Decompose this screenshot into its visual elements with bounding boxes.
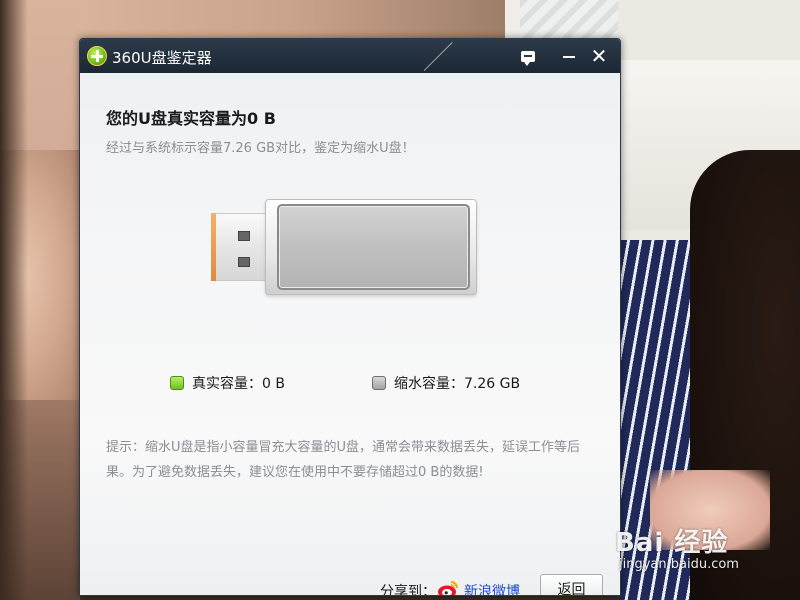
window-title: 360U盘鉴定器	[112, 49, 212, 67]
real-capacity-swatch	[170, 376, 184, 390]
close-icon: ✕	[590, 44, 608, 68]
window-content: 您的U盘真实容量为0 B 经过与系统标示容量7.26 GB对比，鉴定为缩水U盘！…	[80, 73, 620, 595]
weibo-icon[interactable]	[437, 579, 459, 595]
360-logo-icon	[87, 46, 107, 66]
feedback-icon	[521, 50, 535, 66]
title-bar[interactable]: 360U盘鉴定器 ✕	[80, 39, 620, 73]
background-photo-top	[80, 0, 510, 40]
baidu-watermark: Bai 经验 jingyan.baidu.com	[615, 522, 795, 584]
weibo-share-link[interactable]: 新浪微博	[464, 581, 520, 595]
result-subheading: 经过与系统标示容量7.26 GB对比，鉴定为缩水U盘！	[106, 141, 415, 156]
capacity-bar	[277, 204, 470, 290]
shrink-capacity-label: 缩水容量：7.26 GB	[394, 376, 521, 392]
legend-shrink-capacity: 缩水容量：7.26 GB	[372, 373, 520, 393]
usb-connector-hole	[238, 231, 250, 241]
back-button[interactable]: 返回	[540, 574, 603, 595]
minimize-button[interactable]	[557, 44, 581, 68]
watermark-main: Bai 经验	[615, 528, 729, 558]
minimize-icon	[563, 56, 575, 58]
usb-connector	[211, 213, 273, 281]
desktop: 360U盘鉴定器 ✕ 您的U盘真实容量为0 B 经过与系统标示容量7.26 GB…	[0, 0, 800, 600]
usb-connector-edge	[211, 213, 216, 281]
background-photo-hair	[0, 0, 28, 600]
share-label: 分享到：	[380, 584, 436, 596]
real-capacity-label: 真实容量：0 B	[192, 376, 285, 392]
shrink-capacity-swatch	[372, 376, 386, 390]
result-heading: 您的U盘真实容量为0 B	[106, 109, 276, 128]
feedback-button[interactable]	[516, 44, 540, 68]
title-decoration	[423, 42, 453, 71]
usb-checker-window: 360U盘鉴定器 ✕ 您的U盘真实容量为0 B 经过与系统标示容量7.26 GB…	[79, 38, 621, 596]
usb-connector-hole	[238, 257, 250, 267]
close-button[interactable]: ✕	[587, 44, 611, 68]
watermark-url: jingyan.baidu.com	[619, 557, 739, 572]
hint-text: 提示：缩水U盘是指小容量冒充大容量的U盘，通常会带来数据丢失，延误工作等后果。为…	[106, 440, 581, 480]
legend-real-capacity: 真实容量：0 B	[170, 373, 285, 393]
